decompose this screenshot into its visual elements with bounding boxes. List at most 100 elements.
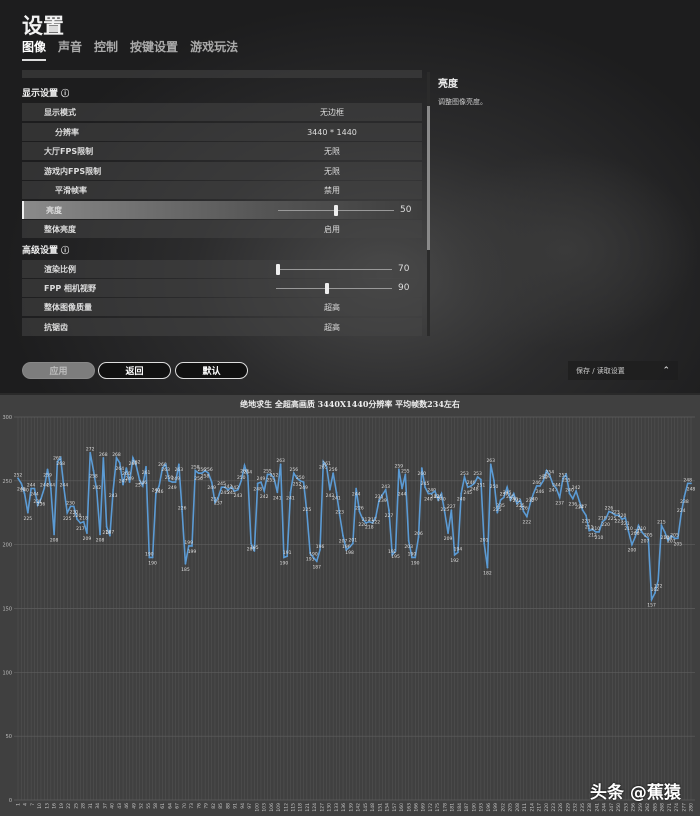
row-lobby-fps[interactable]: 大厅FPS限制 无限 [22, 142, 422, 160]
x-tick-label: 277 [681, 803, 687, 812]
x-tick-label: 202 [500, 803, 506, 812]
data-label: 268 [99, 452, 108, 458]
render-scale-slider[interactable] [276, 264, 392, 275]
x-tick-label: 67 [175, 803, 181, 809]
slider-thumb[interactable] [276, 264, 280, 275]
data-label: 256 [329, 467, 338, 473]
data-label: 200 [628, 548, 637, 554]
row-overall-quality[interactable]: 整体图像质量 超高 [22, 298, 422, 316]
data-label: 249 [207, 485, 216, 491]
x-tick-label: 142 [356, 803, 362, 812]
x-tick-label: 235 [580, 803, 586, 812]
tab-controls[interactable]: 控制 [94, 38, 118, 61]
scrollbar[interactable] [427, 72, 430, 336]
data-label: 226 [355, 505, 364, 511]
y-tick-label: 150 [2, 607, 12, 613]
chart-svg: 0501001502002503001 4 7 10 13 16 19 22 25 28 31 34 3… [2, 415, 695, 812]
data-point [177, 463, 180, 466]
x-tick-label: 10 [37, 803, 43, 809]
row-ingame-fps[interactable]: 游戏内FPS限制 无限 [22, 162, 422, 180]
back-button[interactable]: 返回 [98, 362, 171, 379]
brightness-slider[interactable] [278, 205, 394, 216]
data-label: 209 [83, 536, 92, 542]
x-tick-label: 220 [544, 803, 550, 812]
fov-slider[interactable] [276, 283, 392, 294]
x-tick-label: 280 [689, 803, 695, 812]
data-point [355, 487, 358, 490]
x-tick-label: 211 [522, 803, 528, 812]
help-title: 亮度 [438, 79, 458, 90]
data-label: 272 [86, 447, 95, 453]
apply-button[interactable]: 应用 [22, 362, 95, 379]
data-point [663, 531, 666, 533]
x-tick-label: 76 [196, 803, 202, 809]
data-label: 242 [92, 485, 101, 491]
data-point [519, 499, 522, 501]
row-render-scale[interactable]: 渲染比例 70 [22, 260, 422, 278]
row-display-mode[interactable]: 显示模式 无边框 [22, 103, 422, 121]
data-point [434, 490, 436, 492]
data-label: 198 [345, 550, 354, 556]
data-point [276, 491, 279, 494]
row-anti-aliasing[interactable]: 抗锯齿 超高 [22, 318, 422, 336]
data-point [26, 511, 29, 514]
row-brightness[interactable]: 亮度 50 [22, 201, 422, 219]
slider-thumb[interactable] [325, 283, 330, 294]
data-point [158, 485, 161, 487]
section-advanced: 高级设置 ⓘ [22, 243, 69, 256]
row-label: 平滑帧率 [55, 185, 87, 195]
row-value[interactable]: 无边框 [272, 107, 392, 118]
data-label: 241 [273, 495, 282, 501]
data-point [401, 487, 404, 490]
x-tick-label: 37 [102, 803, 108, 809]
tab-audio[interactable]: 声音 [58, 38, 82, 61]
data-label: 244 [60, 482, 69, 488]
row-value[interactable]: 无限 [272, 166, 392, 177]
data-point [414, 556, 417, 559]
data-point [453, 553, 456, 556]
row-smooth-framerate[interactable]: 平滑帧率 禁用 [22, 181, 422, 199]
data-label: 235 [496, 503, 505, 509]
row-value[interactable]: 超高 [272, 302, 392, 313]
data-point [99, 533, 101, 536]
section-label: 高级设置 [22, 246, 59, 256]
data-point [479, 478, 482, 481]
data-point [151, 556, 154, 559]
save-load-dropdown[interactable]: 保存 / 读取设置 ⌃ [568, 361, 678, 380]
slider-value: 90 [398, 283, 410, 293]
row-fpp-fov[interactable]: FPP 相机视野 90 [22, 279, 422, 297]
data-point [237, 488, 239, 491]
row-value[interactable]: 3440 * 1440 [272, 128, 392, 137]
row-value[interactable]: 超高 [272, 322, 392, 333]
default-button[interactable]: 默认 [175, 362, 248, 379]
scrollbar-thumb[interactable] [427, 106, 430, 250]
tab-graphics[interactable]: 图像 [22, 38, 47, 61]
chevron-up-icon: ⌃ [662, 365, 670, 376]
tab-gameplay[interactable]: 游戏玩法 [190, 38, 238, 61]
x-tick-label: 133 [334, 803, 340, 812]
row-overall-brightness[interactable]: 整体亮度 启用 [22, 220, 422, 238]
row-resolution[interactable]: 分辨率 3440 * 1440 [22, 123, 422, 141]
data-label: 258 [89, 474, 98, 480]
help-description: 调整图像亮度。 [438, 98, 487, 106]
data-label: 258 [201, 474, 210, 480]
row-value[interactable]: 启用 [272, 224, 392, 235]
x-tick-label: 181 [450, 803, 456, 812]
x-tick-label: 217 [537, 803, 543, 812]
x-tick-label: 148 [370, 803, 376, 812]
row-value[interactable]: 无限 [272, 146, 392, 157]
chart-title: 绝地求生 全超高画质 3440X1440分辨率 平均帧数234左右 [240, 399, 460, 409]
data-label: 254 [244, 470, 253, 476]
data-point [105, 525, 108, 528]
tab-keybindings[interactable]: 按键设置 [130, 38, 178, 61]
data-label: 225 [63, 516, 72, 522]
data-label: 220 [601, 522, 610, 528]
x-tick-label: 244 [602, 803, 608, 812]
slider-thumb[interactable] [334, 205, 338, 216]
x-tick-label: 238 [587, 803, 593, 812]
row-value[interactable]: 禁用 [272, 185, 392, 196]
data-point [46, 468, 49, 471]
x-tick-label: 160 [399, 803, 405, 812]
data-point [539, 485, 541, 487]
x-tick-label: 112 [283, 803, 289, 812]
